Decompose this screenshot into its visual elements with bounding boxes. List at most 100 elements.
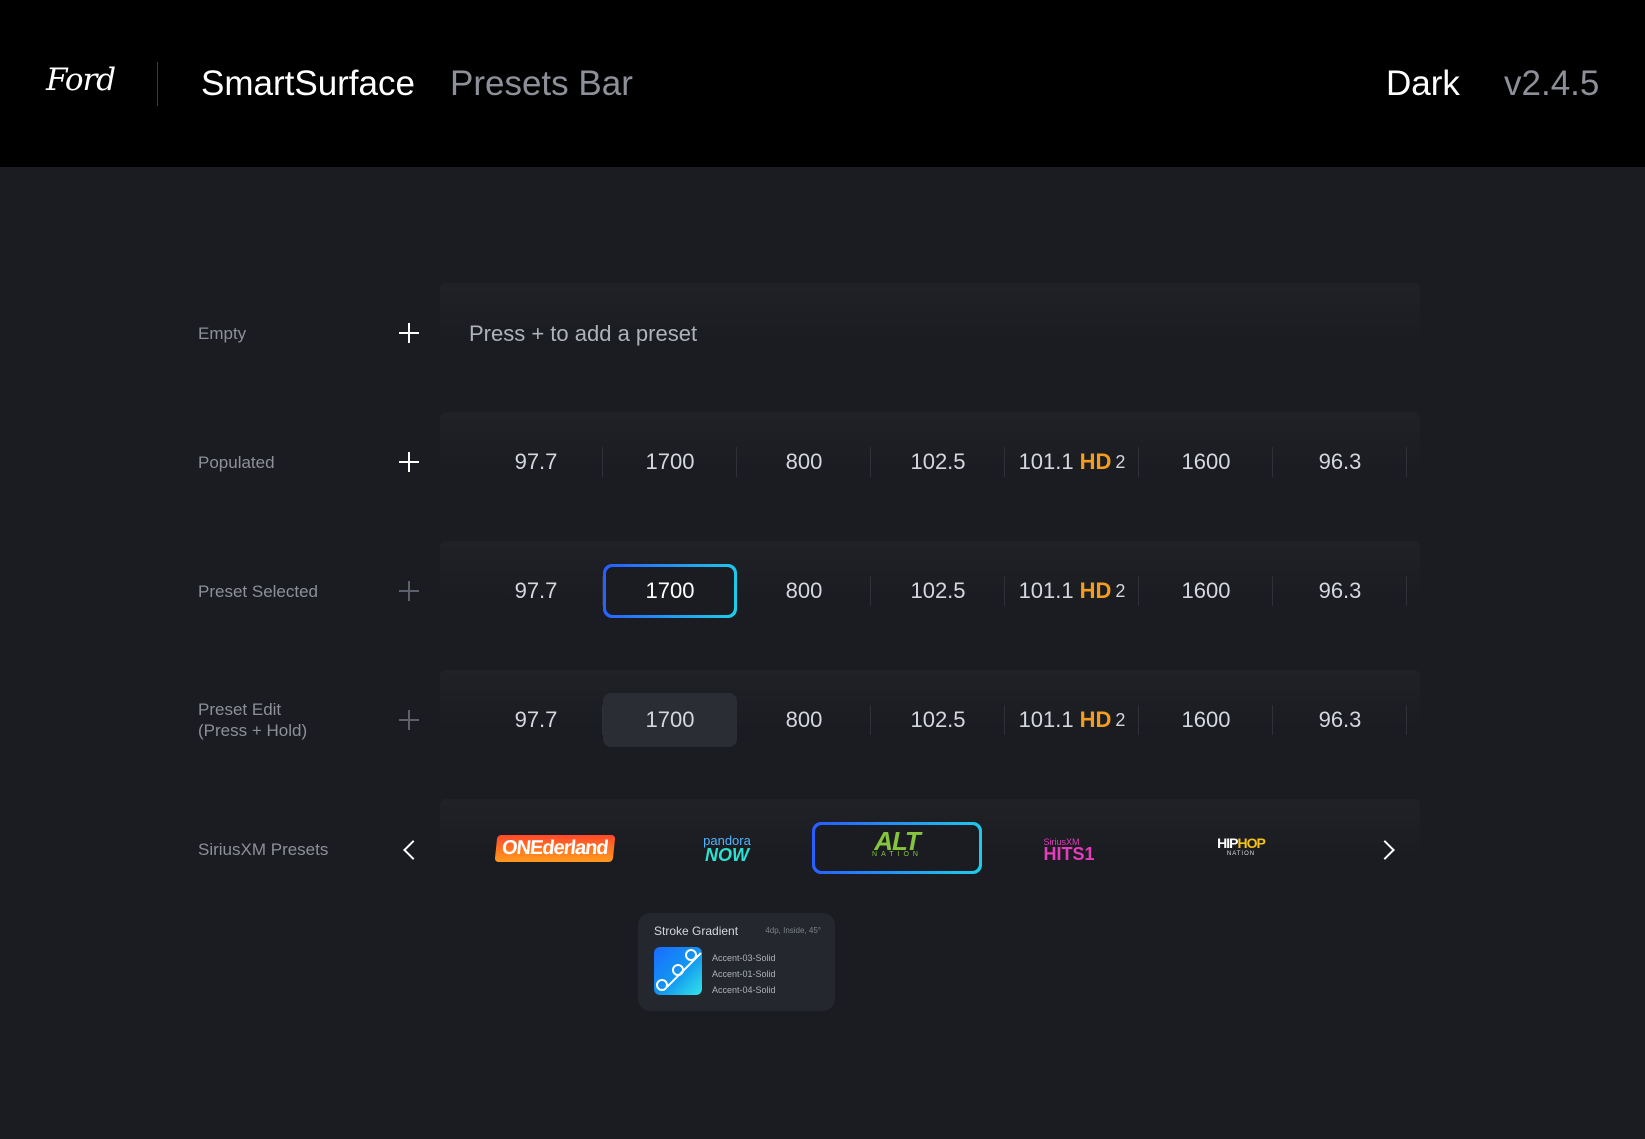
channel-alt-nation-selected[interactable]: ALT NATION	[812, 822, 982, 874]
preset-2-editing[interactable]: 1700	[603, 693, 737, 747]
alt-nation-logo-bottom: NATION	[872, 851, 922, 858]
app-subtitle: Presets Bar	[450, 64, 633, 103]
hits1-logo-bottom: HITS1	[1043, 844, 1095, 864]
preset-1[interactable]: 97.7	[469, 564, 603, 618]
preset-7[interactable]: 96.3	[1273, 693, 1407, 747]
hd-mark: HD	[1079, 707, 1112, 732]
preset-3[interactable]: 800	[737, 435, 871, 489]
add-preset-button[interactable]	[399, 710, 419, 730]
preset-2[interactable]: 1700	[603, 435, 737, 489]
preset-label: 102.5	[910, 578, 966, 603]
preset-4[interactable]: 102.5	[871, 564, 1005, 618]
add-preset-button[interactable]	[399, 581, 419, 601]
preset-7[interactable]: 96.3	[1273, 435, 1407, 489]
chevron-left-icon[interactable]	[403, 840, 423, 860]
legend-meta: 4dp, Inside, 45°	[765, 926, 821, 935]
preset-label: 97.7	[514, 578, 558, 603]
preset-label: 1600	[1181, 578, 1231, 603]
alt-nation-logo-top: ALT	[874, 826, 921, 856]
app-title: SmartSurface	[201, 64, 415, 103]
onederland-logo: ONEderland	[494, 834, 616, 862]
row-label-populated: Populated	[198, 453, 275, 472]
stroke-gradient-legend: Stroke Gradient 4dp, Inside, 45° Accent-…	[638, 913, 835, 1011]
hd-mark: HD	[1079, 449, 1112, 474]
hd-channel: 2	[1115, 709, 1126, 730]
preset-3[interactable]: 800	[737, 564, 871, 618]
row-populated: Populated 97.7 1700 800 102.5 101.1 HD 2 1…	[0, 412, 1645, 512]
preset-5[interactable]: 101.1 HD 2	[1005, 693, 1139, 747]
gradient-stop-icon	[672, 964, 684, 976]
preset-1[interactable]: 97.7	[469, 693, 603, 747]
gradient-swatch	[654, 947, 702, 995]
preset-5[interactable]: 101.1 HD 2	[1005, 564, 1139, 618]
hd-radio-icon: HD 2	[1080, 707, 1126, 733]
legend-item: Accent-04-Solid	[712, 985, 776, 995]
legend-item: Accent-03-Solid	[712, 953, 776, 963]
preset-6[interactable]: 1600	[1139, 435, 1273, 489]
preset-label: 102.5	[910, 707, 966, 732]
channel-hits1[interactable]: SiriusXM HITS1	[984, 822, 1154, 874]
row-label-siriusxm: SiriusXM Presets	[198, 840, 329, 859]
preset-label: 101.1	[1018, 449, 1074, 474]
hip-hop-nation-logo: HIPHOP NATION	[1217, 836, 1266, 859]
preset-4[interactable]: 102.5	[871, 693, 1005, 747]
hits1-logo: SiriusXM HITS1	[1043, 836, 1095, 864]
row-label-empty: Empty	[198, 324, 247, 343]
preset-label: 96.3	[1318, 449, 1362, 474]
legend-item: Accent-01-Solid	[712, 969, 776, 979]
row-label-selected: Preset Selected	[198, 582, 319, 601]
pandora-now-logo: pandora NOW	[703, 833, 751, 865]
preset-label: 1700	[645, 578, 695, 603]
empty-hint: Press + to add a preset	[469, 321, 698, 346]
preset-label: 800	[785, 449, 823, 474]
channel-onederland[interactable]: ONEderland	[470, 822, 640, 874]
theme-label: Dark	[1386, 64, 1460, 103]
preset-label: 97.7	[514, 449, 558, 474]
preset-1[interactable]: 97.7	[469, 435, 603, 489]
preset-label: 1700	[645, 707, 695, 732]
preset-4[interactable]: 102.5	[871, 435, 1005, 489]
top-bar: Ford SmartSurface Presets Bar Dark v2.4.…	[0, 0, 1645, 167]
preset-3[interactable]: 800	[737, 693, 871, 747]
preset-label: 102.5	[910, 449, 966, 474]
alt-nation-logo: ALT NATION	[872, 826, 922, 862]
gradient-stop-icon	[656, 979, 668, 991]
preset-7[interactable]: 96.3	[1273, 564, 1407, 618]
hd-channel: 2	[1115, 451, 1126, 472]
gradient-stop-icon	[685, 949, 697, 961]
preset-label: 1700	[645, 449, 695, 474]
hd-radio-icon: HD 2	[1080, 449, 1126, 475]
preset-5[interactable]: 101.1 HD 2	[1005, 435, 1139, 489]
preset-6[interactable]: 1600	[1139, 564, 1273, 618]
row-label-edit-line2: (Press + Hold)	[198, 721, 308, 740]
channel-hip-hop-nation[interactable]: HIPHOP NATION	[1156, 822, 1326, 874]
row-siriusxm: SiriusXM Presets ONEderland pandora NOW …	[0, 799, 1645, 899]
preset-label: 800	[785, 707, 823, 732]
add-preset-button[interactable]	[399, 452, 419, 472]
row-label-edit-line1: Preset Edit	[198, 700, 282, 719]
version-label: v2.4.5	[1504, 64, 1600, 103]
add-preset-button[interactable]	[399, 323, 419, 343]
preset-label: 1600	[1181, 449, 1231, 474]
ford-logo: Ford	[46, 62, 116, 98]
preset-label: 96.3	[1318, 707, 1362, 732]
header-divider	[157, 62, 158, 106]
row-empty: Empty Press + to add a preset	[0, 283, 1645, 383]
preset-list: 97.7 1700 800 102.5 101.1 HD 2 1600 96.3	[469, 435, 1409, 489]
pandora-now-logo-bottom: NOW	[705, 845, 749, 865]
preset-list: 97.7 1700 800 102.5 101.1 HD 2 1600 96.3	[469, 693, 1409, 747]
preset-6[interactable]: 1600	[1139, 693, 1273, 747]
preset-label: 1600	[1181, 707, 1231, 732]
preset-label: 101.1	[1018, 578, 1074, 603]
preset-label: 800	[785, 578, 823, 603]
preset-list: 97.7 1700 800 102.5 101.1 HD 2 1600 96.3	[469, 564, 1409, 618]
preset-label: 101.1	[1018, 707, 1074, 732]
hd-radio-icon: HD 2	[1080, 578, 1126, 604]
hd-mark: HD	[1079, 578, 1112, 603]
row-label-edit: Preset Edit (Press + Hold)	[198, 699, 307, 741]
siriusxm-channel-list: ONEderland pandora NOW ALT NATION Sirius…	[470, 822, 1330, 878]
row-selected: Preset Selected 97.7 1700 800 102.5 101.…	[0, 541, 1645, 641]
channel-pandora-now[interactable]: pandora NOW	[642, 822, 812, 874]
legend-title: Stroke Gradient	[654, 924, 739, 938]
preset-2-selected[interactable]: 1700	[603, 564, 737, 618]
